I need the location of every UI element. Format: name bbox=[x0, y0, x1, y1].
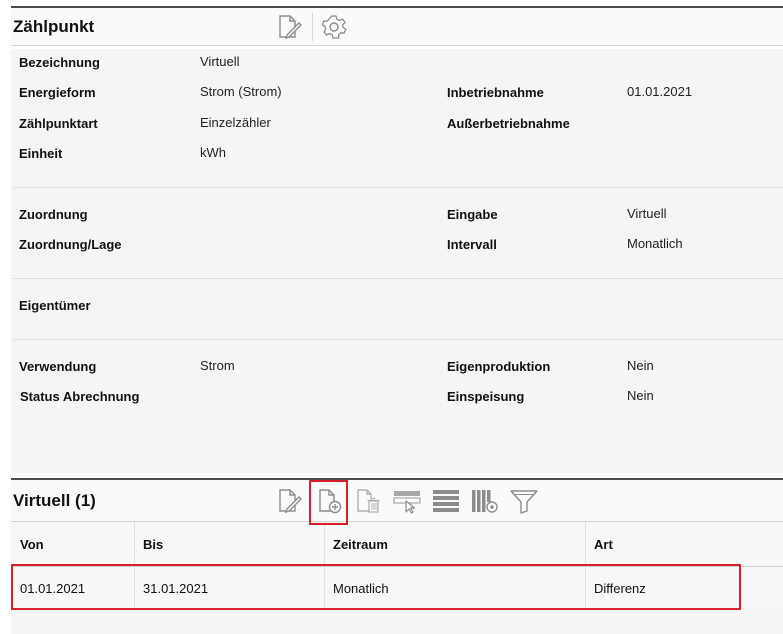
column-header-label: Art bbox=[594, 536, 613, 552]
label-inbetriebnahme: Inbetriebnahme bbox=[447, 85, 544, 100]
column-header-von[interactable]: Von bbox=[11, 522, 134, 566]
label-zuordnung: Zuordnung bbox=[19, 207, 88, 222]
column-header-label: Zeitraum bbox=[333, 536, 388, 552]
label-einheit: Einheit bbox=[19, 146, 63, 161]
label-eingabe: Eingabe bbox=[447, 207, 498, 222]
value-verwendung: Strom bbox=[200, 358, 235, 373]
value-inbetriebnahme: 01.01.2021 bbox=[627, 84, 693, 99]
cell-text: 31.01.2021 bbox=[143, 581, 209, 596]
label-zaehlpunktart: Zählpunktart bbox=[19, 116, 98, 131]
gear-icon[interactable] bbox=[319, 12, 349, 42]
value-eigenproduktion: Nein bbox=[627, 358, 654, 373]
label-einspeisung: Einspeisung bbox=[447, 389, 525, 404]
value-einheit: kWh bbox=[200, 145, 226, 160]
label-status-abrechnung: Status Abrechnung bbox=[20, 389, 140, 404]
label-zuordnung-lage: Zuordnung/Lage bbox=[19, 237, 122, 252]
label-intervall: Intervall bbox=[447, 237, 497, 252]
row-select-icon[interactable] bbox=[392, 486, 422, 516]
value-eingabe: Virtuell bbox=[627, 206, 667, 221]
section-divider bbox=[13, 187, 783, 188]
label-eigentuemer: Eigentümer bbox=[19, 298, 91, 313]
value-energieform: Strom (Strom) bbox=[200, 84, 282, 99]
value-zaehlpunktart: Einzelzähler bbox=[200, 115, 271, 130]
value-einspeisung: Nein bbox=[627, 388, 654, 403]
label-bezeichnung: Bezeichnung bbox=[19, 55, 100, 70]
column-settings-icon[interactable] bbox=[470, 486, 500, 516]
cell-text: Monatlich bbox=[333, 581, 389, 596]
table-header: Von Bis Zeitraum Art bbox=[11, 522, 783, 567]
toolbar-divider bbox=[312, 13, 313, 41]
table-row[interactable]: 01.01.2021 31.01.2021 Monatlich Differen… bbox=[11, 567, 783, 611]
edit-document-icon[interactable] bbox=[274, 12, 304, 42]
cell-zeitraum: Monatlich bbox=[324, 567, 585, 610]
edit-document-icon[interactable] bbox=[274, 486, 304, 516]
zaehlpunkt-details: Bezeichnung Virtuell Energieform Strom (… bbox=[11, 49, 783, 473]
label-eigenproduktion: Eigenproduktion bbox=[447, 359, 551, 374]
cell-bis: 31.01.2021 bbox=[134, 567, 324, 610]
virtuell-table: Von Bis Zeitraum Art 01.01.2021 31.01.20… bbox=[11, 522, 783, 611]
value-intervall: Monatlich bbox=[627, 236, 683, 251]
table-footer bbox=[11, 610, 783, 634]
add-document-icon[interactable] bbox=[314, 486, 344, 516]
virtuell-header: Virtuell (1) bbox=[11, 478, 783, 522]
column-header-label: Bis bbox=[143, 536, 164, 552]
cell-text: 01.01.2021 bbox=[20, 581, 86, 596]
section-divider bbox=[13, 278, 783, 279]
cell-von: 01.01.2021 bbox=[11, 567, 134, 610]
column-header-art[interactable]: Art bbox=[585, 522, 783, 566]
zaehlpunkt-title: Zählpunkt bbox=[13, 17, 95, 36]
column-header-label: Von bbox=[20, 536, 44, 552]
page: Zählpunkt Bezeichnung Virtuell Energiefo… bbox=[0, 0, 783, 634]
label-ausserbetriebnahme: Außerbetriebnahme bbox=[447, 116, 570, 131]
label-energieform: Energieform bbox=[19, 85, 96, 100]
delete-document-icon[interactable] bbox=[353, 486, 383, 516]
column-header-zeitraum[interactable]: Zeitraum bbox=[324, 522, 585, 566]
virtuell-title: Virtuell (1) bbox=[13, 491, 96, 510]
cell-text: Differenz bbox=[594, 581, 646, 596]
column-header-bis[interactable]: Bis bbox=[134, 522, 324, 566]
zaehlpunkt-header: Zählpunkt bbox=[11, 6, 783, 46]
value-bezeichnung: Virtuell bbox=[200, 54, 240, 69]
label-verwendung: Verwendung bbox=[19, 359, 97, 374]
filter-icon[interactable] bbox=[509, 486, 539, 516]
section-divider bbox=[13, 339, 783, 340]
rows-icon[interactable] bbox=[431, 486, 461, 516]
cell-art: Differenz bbox=[585, 567, 783, 610]
